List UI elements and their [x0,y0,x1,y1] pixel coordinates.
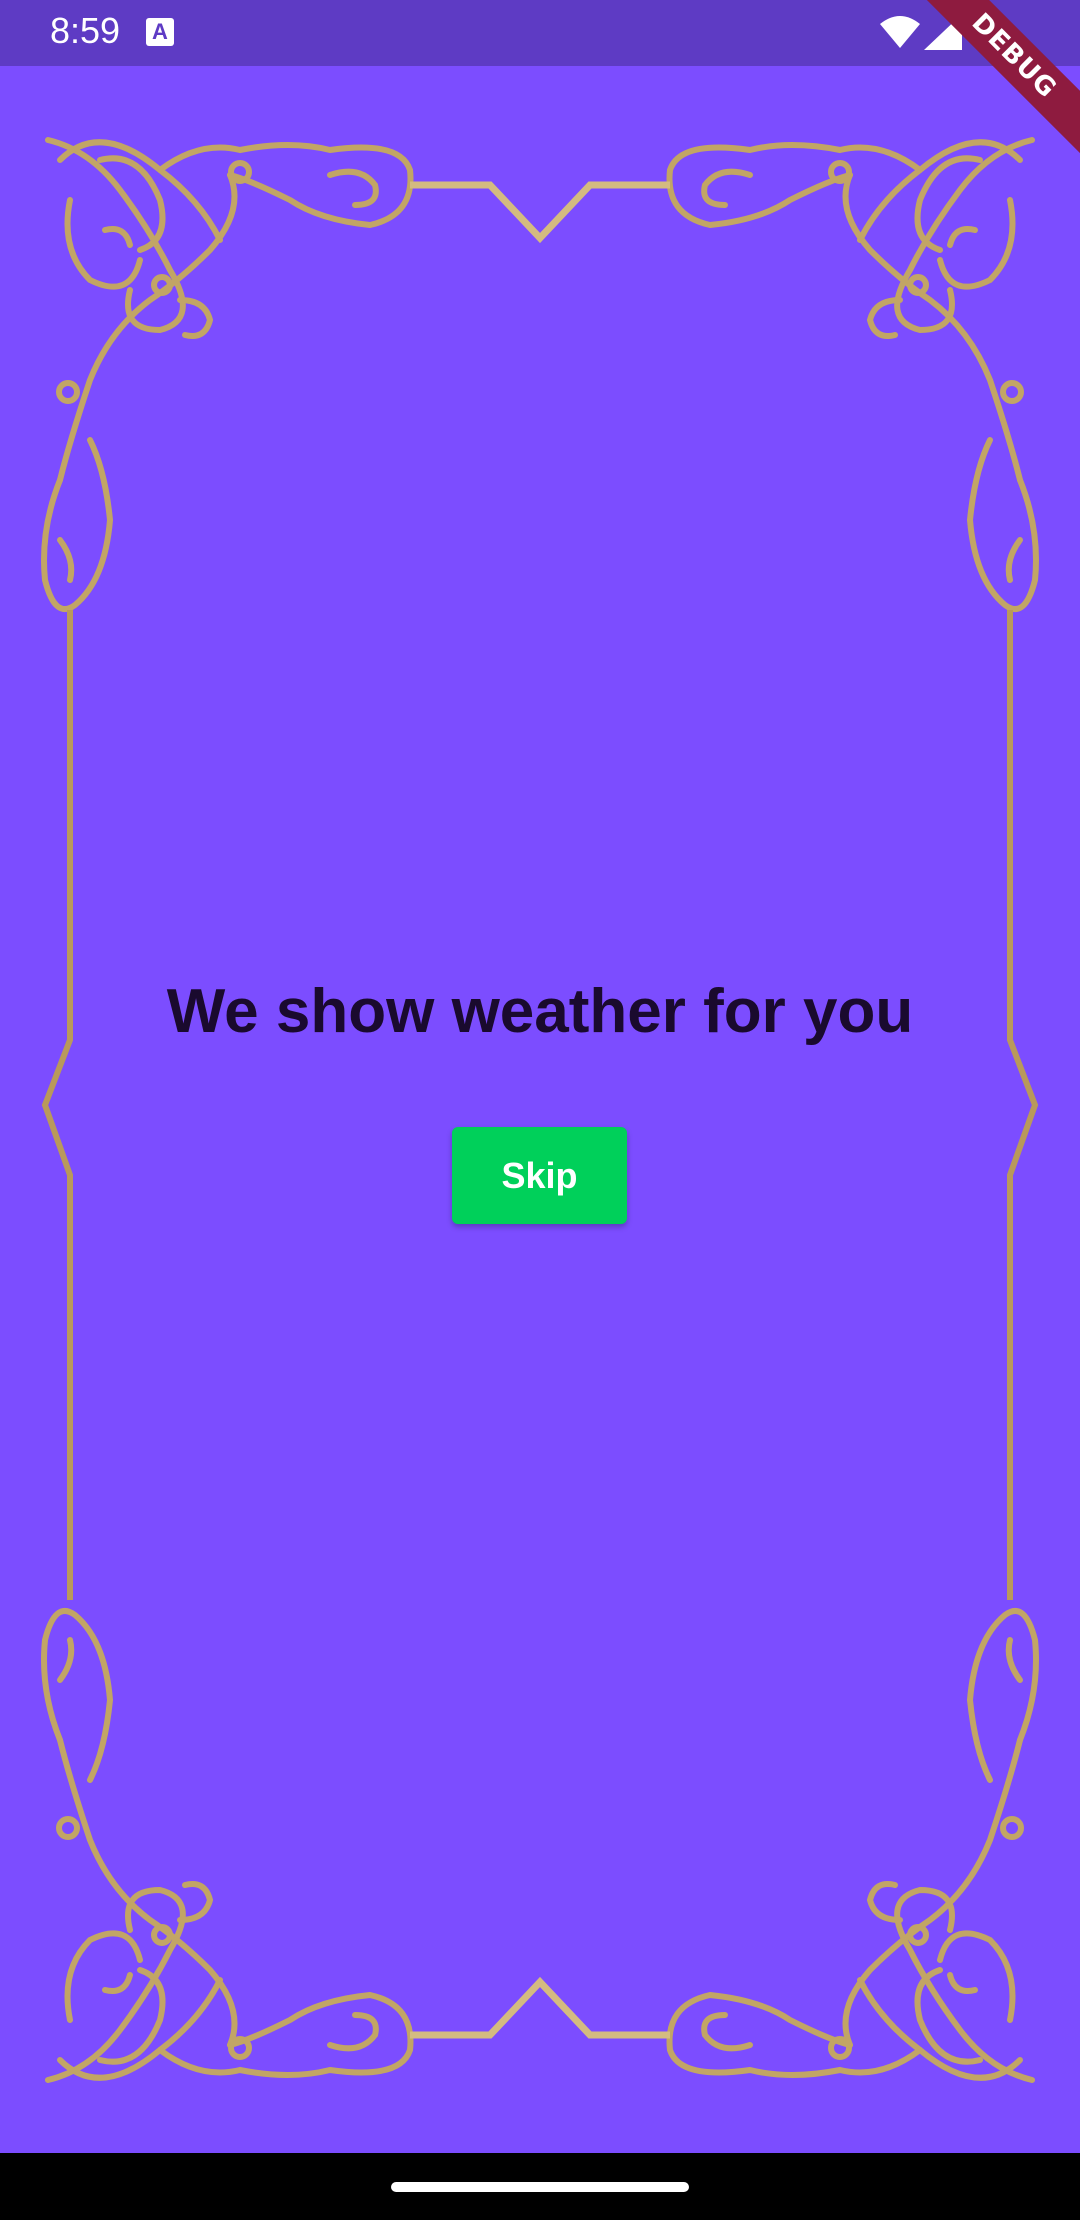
headline: We show weather for you [166,977,914,1046]
home-gesture-handle[interactable] [391,2182,689,2192]
accessibility-a-icon: A [146,18,174,46]
status-time: 8:59 [50,10,121,51]
wifi-icon [880,16,920,48]
ornate-frame [0,0,1080,2220]
status-bar: 8:59 A [0,0,1080,66]
skip-button[interactable]: Skip [452,1127,627,1224]
